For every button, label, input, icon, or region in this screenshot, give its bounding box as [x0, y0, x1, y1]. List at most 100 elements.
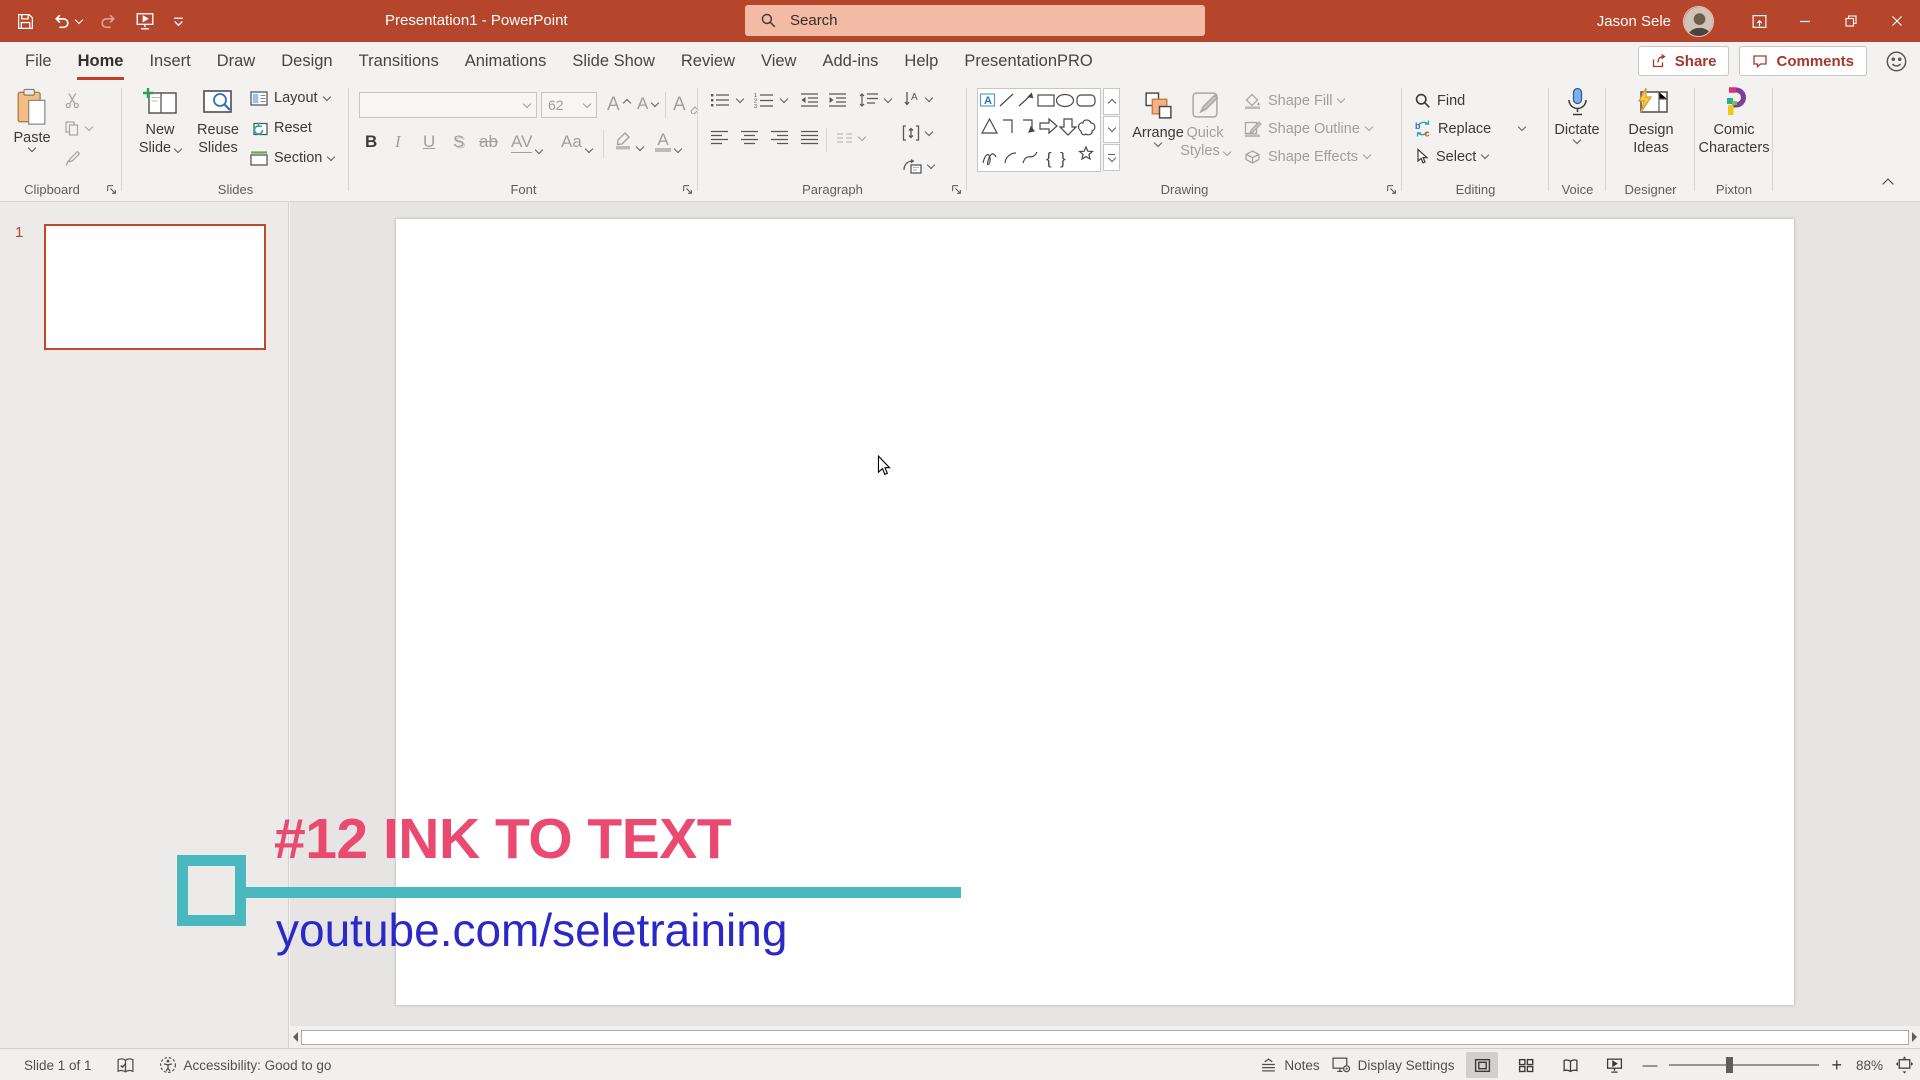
tab-home[interactable]: Home [65, 42, 137, 80]
increase-font-size-button: A [607, 94, 631, 116]
reuse-slides-button[interactable]: Reuse Slides [192, 87, 244, 157]
increase-indent-button[interactable] [828, 92, 847, 108]
close-button[interactable] [1874, 0, 1920, 42]
comic-characters-button[interactable]: Comic Characters [1696, 87, 1772, 157]
overlay-teal-square[interactable] [177, 855, 246, 926]
decrease-indent-button[interactable] [800, 92, 819, 108]
align-left-button[interactable] [710, 130, 729, 145]
scroll-right-icon[interactable] [1912, 1032, 1917, 1042]
align-text-button[interactable] [902, 124, 934, 142]
avatar[interactable] [1683, 5, 1714, 37]
tab-view[interactable]: View [748, 42, 809, 80]
drawing-dialog-launcher[interactable] [1386, 184, 1397, 195]
select-dropdown-icon[interactable] [1481, 150, 1490, 160]
tab-presentationpro[interactable]: PresentationPRO [951, 42, 1105, 80]
fit-to-window-button[interactable] [1895, 1056, 1914, 1074]
tab-slide-show[interactable]: Slide Show [559, 42, 668, 80]
zoom-level[interactable]: 88% [1856, 1058, 1883, 1073]
shape-gallery-down-button[interactable] [1103, 116, 1120, 143]
zoom-in-button[interactable]: + [1831, 1055, 1842, 1076]
layout-button[interactable]: Layout [250, 90, 331, 106]
account-name[interactable]: Jason Sele [1597, 13, 1671, 30]
align-right-button[interactable] [770, 130, 789, 145]
shape-gallery[interactable]: A {} [977, 88, 1101, 172]
tab-animations[interactable]: Animations [452, 42, 560, 80]
restore-button[interactable] [1828, 0, 1874, 42]
collapse-ribbon-button[interactable] [1882, 175, 1894, 193]
tab-draw[interactable]: Draw [204, 42, 269, 80]
normal-view-button[interactable] [1466, 1052, 1499, 1078]
justify-button[interactable] [800, 130, 819, 145]
tab-insert[interactable]: Insert [136, 42, 203, 80]
ribbon-display-options-button[interactable] [1736, 0, 1782, 42]
numbering-button[interactable]: 123 [754, 92, 789, 108]
slide-indicator[interactable]: Slide 1 of 1 [24, 1058, 92, 1073]
dictate-button[interactable]: Dictate [1552, 87, 1602, 144]
quick-styles-button: Quick Styles [1175, 90, 1235, 160]
new-slide-button[interactable]: New Slide [132, 87, 188, 157]
paste-button[interactable]: Paste [8, 88, 56, 152]
align-center-button[interactable] [740, 130, 759, 145]
overlay-teal-line[interactable] [240, 887, 961, 898]
shape-gallery-up-button[interactable] [1103, 88, 1120, 115]
layout-dropdown-icon[interactable] [322, 92, 331, 101]
design-ideas-button[interactable]: Design Ideas [1614, 87, 1688, 157]
align-text-dropdown-icon[interactable] [924, 127, 934, 136]
line-spacing-button[interactable] [858, 92, 893, 108]
clipboard-dialog-launcher[interactable] [106, 184, 117, 195]
shape-gallery-more-button[interactable] [1103, 144, 1120, 171]
comments-button[interactable]: Comments [1739, 46, 1867, 76]
slide-thumbnail[interactable] [44, 224, 266, 350]
save-icon[interactable] [16, 12, 35, 31]
search-input[interactable]: Search [745, 5, 1205, 36]
text-direction-button[interactable]: A [902, 90, 934, 108]
select-button[interactable]: Select [1414, 148, 1490, 165]
section-dropdown-icon[interactable] [327, 152, 336, 161]
tab-file[interactable]: File [12, 42, 65, 80]
spellcheck-icon[interactable] [116, 1057, 135, 1074]
section-button[interactable]: Section [250, 150, 336, 166]
slide-url-text[interactable]: youtube.com/seletraining [276, 903, 787, 957]
paragraph-dialog-launcher[interactable] [951, 184, 962, 195]
tab-transitions[interactable]: Transitions [346, 42, 452, 80]
convert-to-smartart-button[interactable] [902, 158, 936, 174]
minimize-button[interactable] [1782, 0, 1828, 42]
line-spacing-dropdown-icon[interactable] [883, 94, 893, 103]
reuse-slides-icon [200, 87, 236, 118]
notes-toggle[interactable]: Notes [1260, 1058, 1320, 1073]
slide-heading-text[interactable]: #12 INK TO TEXT [274, 806, 732, 872]
shape-fill-icon [1245, 93, 1260, 109]
zoom-out-button[interactable]: — [1642, 1057, 1657, 1074]
bold-button[interactable]: B [365, 132, 377, 152]
tab-review[interactable]: Review [668, 42, 748, 80]
display-settings-button[interactable]: Display Settings [1332, 1057, 1454, 1073]
scroll-left-icon[interactable] [293, 1032, 298, 1042]
slide-show-button[interactable] [1598, 1052, 1630, 1078]
replace-button[interactable]: b c Replace [1414, 120, 1527, 137]
share-button[interactable]: Share [1637, 46, 1730, 76]
reset-button[interactable]: Reset [250, 120, 312, 136]
tab-help[interactable]: Help [891, 42, 951, 80]
horizontal-scrollbar-thumb[interactable] [301, 1029, 1909, 1045]
bullets-dropdown-icon[interactable] [735, 94, 745, 103]
undo-button[interactable] [52, 12, 84, 31]
customize-qat-icon[interactable] [172, 15, 185, 28]
undo-dropdown-icon[interactable] [74, 15, 84, 24]
reading-view-button[interactable] [1554, 1052, 1586, 1078]
replace-dropdown-icon[interactable] [1517, 122, 1527, 132]
find-button[interactable]: Find [1414, 92, 1465, 109]
feedback-smiley-icon[interactable] [1885, 50, 1908, 73]
font-dialog-launcher[interactable] [682, 184, 693, 195]
tab-design[interactable]: Design [268, 42, 345, 80]
zoom-slider[interactable] [1669, 1057, 1820, 1073]
numbering-dropdown-icon[interactable] [779, 94, 789, 103]
accessibility-status[interactable]: Accessibility: Good to go [159, 1056, 331, 1074]
text-direction-dropdown-icon[interactable] [924, 93, 934, 102]
start-from-beginning-icon[interactable] [135, 11, 155, 31]
tab-add-ins[interactable]: Add-ins [809, 42, 891, 80]
smartart-dropdown-icon[interactable] [926, 160, 936, 169]
slide-sorter-view-button[interactable] [1510, 1052, 1542, 1078]
bullets-button[interactable] [710, 92, 745, 108]
new-slide-dropdown-icon[interactable] [173, 144, 183, 153]
zoom-slider-thumb[interactable] [1726, 1057, 1734, 1073]
